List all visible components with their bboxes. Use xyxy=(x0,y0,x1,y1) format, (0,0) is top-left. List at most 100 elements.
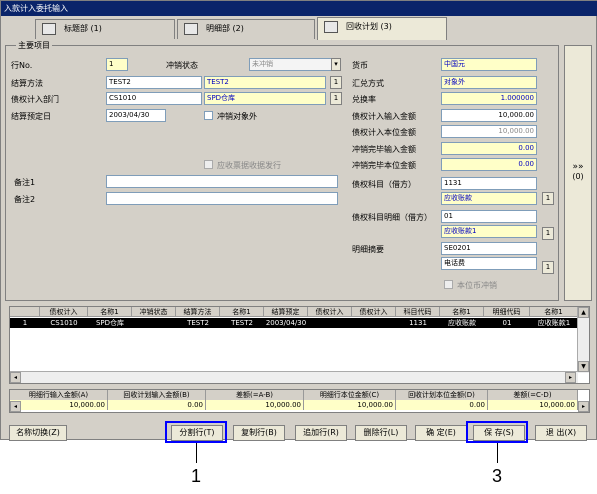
sum-value: 10,000.00 xyxy=(304,400,396,410)
main-items-group-label: 主要项目 xyxy=(16,40,52,51)
currency-field: 中国元 xyxy=(441,58,537,71)
tab-header-label: 标题部 (1) xyxy=(64,24,102,33)
offset-status-label: 冲销状态 xyxy=(166,61,198,70)
grid-cell: TEST2 xyxy=(231,319,253,327)
grid-cell: 应收账款 xyxy=(448,319,476,327)
sum-value: 10,000.00 xyxy=(488,400,578,410)
confirm-button[interactable]: 确 定(E) xyxy=(415,425,467,441)
sum-header: 回收计划输入金额(B) xyxy=(108,390,206,400)
settle-date-field[interactable]: 2003/04/30 xyxy=(106,109,166,122)
copy-row-button[interactable]: 复制行(B) xyxy=(233,425,285,441)
grid-cell: 1 xyxy=(22,319,28,327)
summary-lookup-button[interactable]: 1 xyxy=(542,261,554,274)
note1-field[interactable] xyxy=(106,175,338,188)
tab-collection-plan[interactable]: 回收计划 (3) xyxy=(317,17,447,40)
offset-local-field: 0.00 xyxy=(441,158,537,171)
grid-cell: 1131 xyxy=(409,319,427,327)
local-offset-checkbox[interactable] xyxy=(444,280,453,289)
save-button-highlight xyxy=(466,421,528,443)
tab-header[interactable]: 标题部 (1) xyxy=(35,19,175,39)
sum-value: 10,000.00 xyxy=(10,400,108,410)
callout-line-1 xyxy=(196,443,197,463)
input-amount-field[interactable]: 10,000.00 xyxy=(441,109,537,122)
scroll-up-icon[interactable]: ▲ xyxy=(578,307,589,318)
scroll-down-icon[interactable]: ▼ xyxy=(578,361,589,372)
tab-collection-plan-label: 回收计划 (3) xyxy=(346,22,392,31)
callout-1: 1 xyxy=(191,466,202,486)
dept-code-field[interactable]: CS1010 xyxy=(106,92,202,105)
main-items-group: 主要项目 行No. 1 冲销状态 未冲销 ▾ 结算方法 TEST2 TEST2 … xyxy=(5,40,559,301)
app-window: 入款计入委托输入 标题部 (1) 明细部 (2) 回收计划 (3) 主要项目 行… xyxy=(0,0,597,441)
grid-cell: SPD仓库 xyxy=(95,319,125,327)
local-offset-label: 本位币冲销 xyxy=(457,281,497,290)
receivable-issue-label: 应收票据收据发行 xyxy=(217,161,281,170)
window-title: 入款计入委托输入 xyxy=(1,1,597,16)
sum-header: 明细行本位金额(C) xyxy=(304,390,396,400)
exchange-rate-field: 1.000000 xyxy=(441,92,537,105)
offset-status-select[interactable]: 未冲销 xyxy=(249,58,341,71)
dept-lookup-button[interactable]: 1 xyxy=(330,92,342,105)
offset-input-label: 冲销完毕输入金额 xyxy=(352,145,416,154)
grid-col-header: 科目代码 xyxy=(396,307,440,317)
grid-cell: TEST2 xyxy=(187,319,209,327)
offset-target-checkbox[interactable] xyxy=(204,111,213,120)
scroll-left-icon[interactable]: ◂ xyxy=(10,401,21,412)
summary-totals: 明细行输入金额(A) 回收计划输入金额(B) 差额(=A-B) 明细行本位金额(… xyxy=(9,389,590,413)
settle-method-code-field[interactable]: TEST2 xyxy=(106,76,202,89)
line-no-field[interactable]: 1 xyxy=(106,58,128,71)
grid-col-header: 债权计入 xyxy=(308,307,352,317)
debit-subject-name-field: 应收账款 xyxy=(441,192,537,205)
summary-name-field[interactable]: 电话费 xyxy=(441,257,537,270)
line-no-label: 行No. xyxy=(11,61,33,70)
offset-target-label: 冲销对象外 xyxy=(217,112,257,121)
summary-code-field[interactable]: SE0201 xyxy=(441,242,537,255)
offset-input-field: 0.00 xyxy=(441,142,537,155)
grid-col-header: 名称1 xyxy=(88,307,132,317)
debit-detail-name-field: 应收账款1 xyxy=(441,225,537,238)
debit-subject-lookup-button[interactable]: 1 xyxy=(542,192,554,205)
sum-value: 0.00 xyxy=(108,400,206,410)
grid-cell: 01 xyxy=(502,319,512,327)
sum-value: 10,000.00 xyxy=(206,400,304,410)
sum-header: 差额(=C-D) xyxy=(488,390,578,400)
debit-subject-code-field[interactable]: 1131 xyxy=(441,177,537,190)
grid-header: 债权计入 名称1 冲销状态 结算方法 名称1 结算预定 债权计入 债权计入 科目… xyxy=(10,307,578,317)
grid-horizontal-scrollbar[interactable]: ◂ ▸ xyxy=(10,371,578,383)
table-row[interactable]: 1 CS1010 SPD仓库 TEST2 TEST2 2003/04/30 11… xyxy=(10,318,578,328)
debit-detail-lookup-button[interactable]: 1 xyxy=(542,227,554,240)
debit-detail-code-field[interactable]: 01 xyxy=(441,210,537,223)
add-row-button[interactable]: 追加行(R) xyxy=(295,425,347,441)
grid-col-header: 债权计入 xyxy=(352,307,396,317)
scroll-right-icon[interactable]: ▸ xyxy=(578,401,589,412)
scroll-right-icon[interactable]: ▸ xyxy=(565,372,576,383)
note1-label: 备注1 xyxy=(14,178,36,187)
expand-shortcut: (0) xyxy=(572,172,584,181)
delete-row-button[interactable]: 删除行(L) xyxy=(355,425,407,441)
exit-button[interactable]: 退 出(X) xyxy=(535,425,587,441)
scroll-left-icon[interactable]: ◂ xyxy=(10,372,21,383)
receivable-issue-checkbox[interactable] xyxy=(204,160,213,169)
grid-col-header: 名称1 xyxy=(440,307,484,317)
settle-method-lookup-button[interactable]: 1 xyxy=(330,76,342,89)
chevron-down-icon[interactable]: ▾ xyxy=(331,58,341,71)
grid-col-header: 明细代码 xyxy=(484,307,530,317)
note2-field[interactable] xyxy=(106,192,338,205)
detail-tab-icon xyxy=(184,23,198,35)
settle-method-name-field: TEST2 xyxy=(204,76,326,89)
name-switch-button[interactable]: 名称切换(Z) xyxy=(9,425,67,441)
expand-panel-button[interactable]: »» (0) xyxy=(564,45,592,301)
dept-name-field: SPD仓库 xyxy=(204,92,326,105)
grid-cell xyxy=(352,318,396,328)
grid-col-header: 结算方法 xyxy=(176,307,220,317)
tab-detail[interactable]: 明细部 (2) xyxy=(177,19,315,39)
sum-header: 差额(=A-B) xyxy=(206,390,304,400)
dept-label: 债权计入部门 xyxy=(11,95,59,104)
header-tab-icon xyxy=(42,23,56,35)
local-amount-field[interactable]: 10,000.00 xyxy=(441,125,537,138)
grid-vertical-scrollbar[interactable]: ▲ ▼ xyxy=(577,307,589,373)
callout-line-3 xyxy=(497,443,498,463)
detail-grid: 债权计入 名称1 冲销状态 结算方法 名称1 结算预定 债权计入 债权计入 科目… xyxy=(9,306,590,384)
exchange-method-field: 对象外 xyxy=(441,76,537,89)
expand-icon: »» xyxy=(572,162,584,172)
exchange-rate-label: 兑换率 xyxy=(352,95,376,104)
